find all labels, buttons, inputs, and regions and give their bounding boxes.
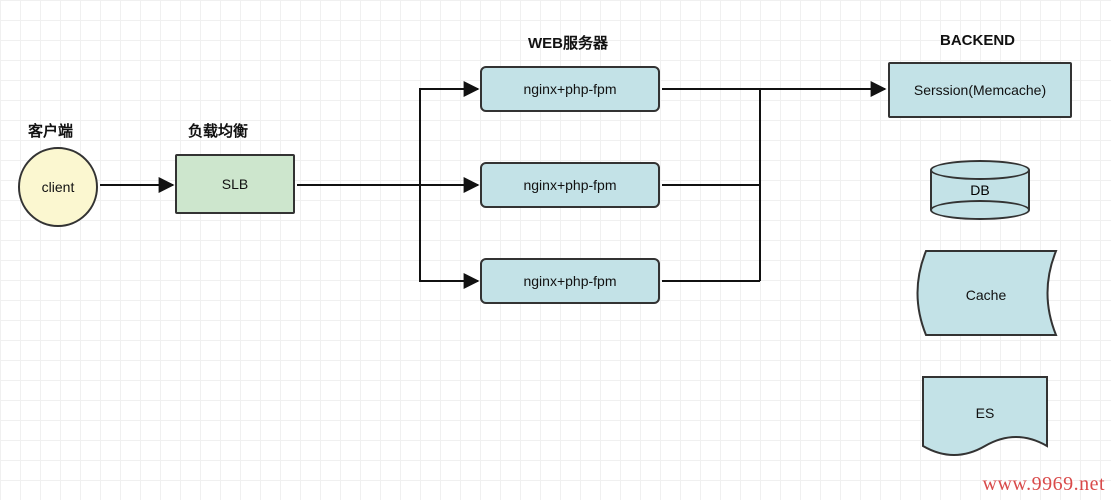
arrow-slb-web1	[420, 89, 478, 185]
es-node-text: ES	[976, 405, 995, 421]
client-section-label: 客户端	[28, 120, 73, 141]
cache-node-text: Cache	[966, 287, 1007, 303]
lb-section-label: 负载均衡	[188, 120, 248, 141]
web-server-node-2: nginx+php-fpm	[480, 162, 660, 208]
client-node-text: client	[42, 179, 75, 195]
db-node-text: DB	[970, 182, 989, 198]
db-node: DB	[930, 160, 1030, 220]
cache-node: Cache	[908, 250, 1058, 336]
es-node: ES	[922, 376, 1048, 462]
arrow-slb-web3	[420, 185, 478, 281]
slb-node: SLB	[175, 154, 295, 214]
web-server-text: nginx+php-fpm	[523, 177, 616, 193]
web-server-text: nginx+php-fpm	[523, 81, 616, 97]
watermark-text: www.9969.net	[983, 473, 1105, 496]
web-server-text: nginx+php-fpm	[523, 273, 616, 289]
web-server-node-3: nginx+php-fpm	[480, 258, 660, 304]
client-node: client	[18, 147, 98, 227]
slb-node-text: SLB	[222, 176, 248, 192]
backend-section-label: BACKEND	[940, 32, 1015, 49]
session-node: Serssion(Memcache)	[888, 62, 1072, 118]
web-server-node-1: nginx+php-fpm	[480, 66, 660, 112]
session-node-text: Serssion(Memcache)	[914, 82, 1046, 98]
web-section-label: WEB服务器	[528, 32, 608, 53]
